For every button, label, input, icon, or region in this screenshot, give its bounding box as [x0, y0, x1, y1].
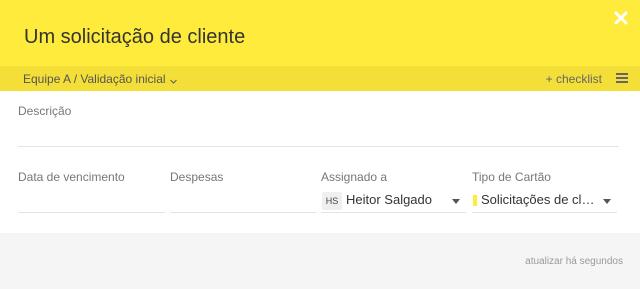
card-title[interactable]: Um solicitação de cliente	[24, 26, 245, 49]
dropdown-caret-icon	[603, 199, 611, 204]
card-header: Um solicitação de cliente	[0, 0, 640, 66]
card-type-color-swatch	[473, 195, 477, 206]
card-type-label: Tipo de Cartão	[472, 170, 551, 184]
card-type-value: Solicitações de cliente	[481, 192, 597, 207]
description-label: Descrição	[18, 104, 72, 118]
add-checklist-button[interactable]: + checklist	[546, 72, 602, 86]
due-date-label: Data de vencimento	[18, 170, 125, 184]
chevron-down-icon	[169, 75, 178, 84]
card-footer: atualizar há segundos	[0, 233, 640, 289]
assignee-label: Assignado a	[321, 170, 388, 184]
description-field[interactable]	[18, 120, 619, 147]
close-icon[interactable]	[610, 7, 632, 29]
dropdown-caret-icon	[452, 199, 460, 204]
breadcrumb-label: Equipe A / Validação inicial	[23, 72, 166, 86]
assignee-select[interactable]: HS Heitor Salgado	[321, 190, 466, 213]
card-subbar: Equipe A / Validação inicial + checklist	[0, 66, 640, 91]
hamburger-menu-icon[interactable]	[616, 73, 628, 84]
breadcrumb[interactable]: Equipe A / Validação inicial	[23, 72, 178, 86]
expenses-field[interactable]	[170, 190, 316, 213]
last-updated-text: atualizar há segundos	[525, 256, 623, 267]
assignee-name: Heitor Salgado	[346, 192, 432, 207]
avatar: HS	[322, 192, 342, 210]
card-type-select[interactable]: Solicitações de cliente	[472, 190, 617, 213]
due-date-field[interactable]	[18, 190, 165, 213]
expenses-label: Despesas	[170, 170, 224, 184]
